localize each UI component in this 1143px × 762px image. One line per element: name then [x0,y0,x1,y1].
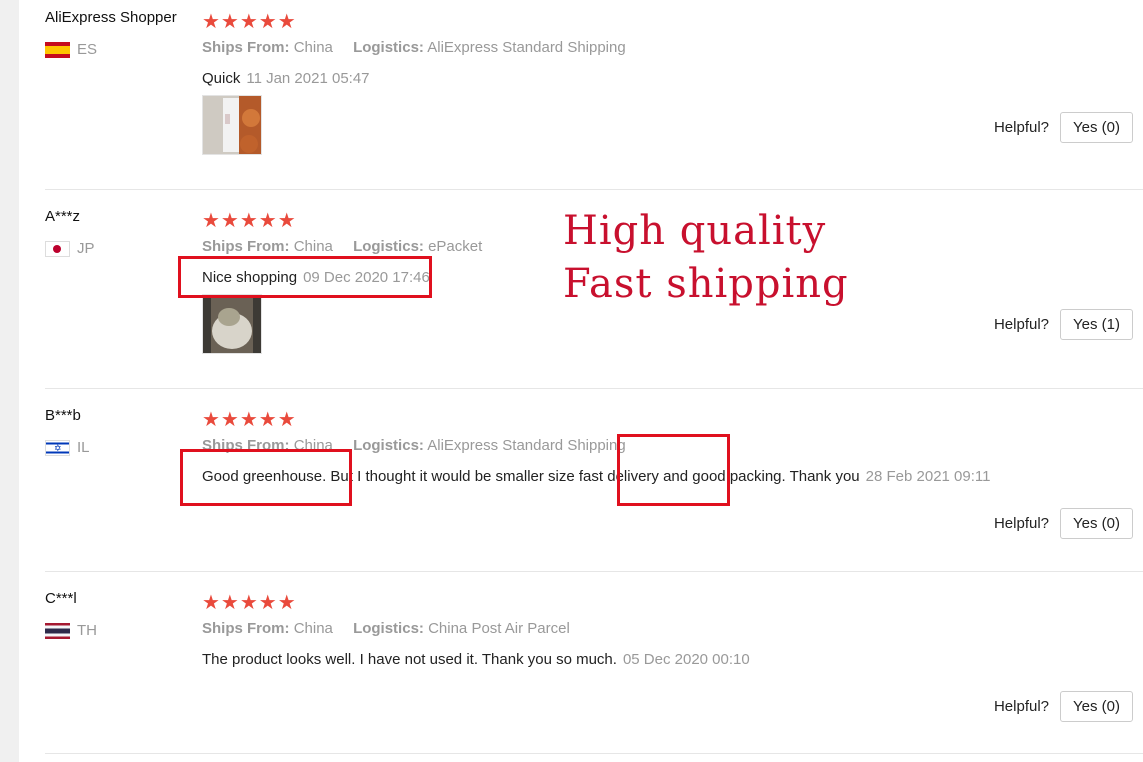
thailand-flag-icon [45,622,70,639]
logistics-value: AliExpress Standard Shipping [427,39,626,56]
helpful-label: Helpful? [993,698,1050,715]
logistics-label: Logistics: [353,620,424,637]
reviewer-country: IL [45,439,90,456]
logistics-label: Logistics: [353,437,424,454]
reviewer-name: A***z [45,208,81,225]
logistics-value: China Post Air Parcel [428,620,570,637]
reviewer-name: B***b [45,407,81,424]
highlight-box [178,256,432,298]
reviewer-name: C***l [45,590,77,607]
review-photo-thumbnail[interactable] [202,294,262,354]
review-date: 28 Feb 2021 09:11 [865,468,991,485]
helpful-section: Helpful? Yes (0) [994,691,1133,722]
spain-flag-icon [45,41,70,58]
logistics-value: ePacket [428,238,483,255]
helpful-label: Helpful? [993,515,1050,532]
star-rating: ★★★★★ [202,11,297,33]
helpful-section: Helpful? Yes (0) [994,508,1133,539]
reviewer-country: ES [45,41,97,58]
helpful-label: Helpful? [993,316,1050,333]
helpful-yes-button[interactable]: Yes (1) [1060,309,1133,340]
reviewer-name: AliExpress Shopper [45,9,177,26]
logistics-label: Logistics: [353,238,424,255]
ships-from-value: China [293,39,333,56]
country-code: JP [77,240,95,257]
helpful-section: Helpful? Yes (0) [994,112,1133,143]
ships-from-label: Ships From: [202,238,290,255]
reviewer-country: JP [45,240,95,257]
annotation-shipping-text: Fast shipping [563,261,849,307]
highlight-box [617,434,730,506]
helpful-section: Helpful? Yes (1) [994,309,1133,340]
star-rating: ★★★★★ [202,592,297,614]
star-rating: ★★★★★ [202,210,297,232]
helpful-yes-button[interactable]: Yes (0) [1060,112,1133,143]
review-date: 11 Jan 2021 05:47 [246,70,370,87]
review-item: AliExpress Shopper ES ★★★★★ Ships From: … [45,9,1143,179]
helpful-yes-button[interactable]: Yes (0) [1060,508,1133,539]
review-divider [45,571,1143,572]
reviewer-country: TH [45,622,97,639]
country-code: TH [77,622,97,639]
review-item: C***l TH ★★★★★ Ships From: China Logisti… [45,590,1143,740]
shipping-info: Ships From: China Logistics: China Post … [202,620,570,637]
review-divider [45,189,1143,190]
helpful-label: Helpful? [993,119,1050,136]
review-content: Quick 11 Jan 2021 05:47 [202,70,370,87]
review-date: 05 Dec 2020 00:10 [622,651,750,668]
ships-from-value: China [293,238,333,255]
logistics-value: AliExpress Standard Shipping [427,437,626,454]
shipping-info: Ships From: China Logistics: AliExpress … [202,39,626,56]
review-text: The product looks well. I have not used … [202,651,617,668]
review-divider [45,388,1143,389]
review-text: Quick [202,70,241,87]
japan-flag-icon [45,240,70,257]
highlight-box [180,449,352,506]
review-photo-thumbnail[interactable] [202,95,262,155]
annotation-quality-text: High quality [563,208,827,254]
israel-flag-icon [45,439,70,456]
review-content: The product looks well. I have not used … [202,651,750,668]
review-divider [45,753,1143,754]
ships-from-label: Ships From: [202,39,290,56]
ships-from-label: Ships From: [202,620,290,637]
left-gutter [0,0,19,762]
country-code: IL [77,439,90,456]
ships-from-value: China [293,620,333,637]
country-code: ES [77,41,98,58]
helpful-yes-button[interactable]: Yes (0) [1060,691,1133,722]
star-rating: ★★★★★ [202,409,297,431]
shipping-info: Ships From: China Logistics: ePacket [202,238,482,255]
logistics-label: Logistics: [353,39,424,56]
